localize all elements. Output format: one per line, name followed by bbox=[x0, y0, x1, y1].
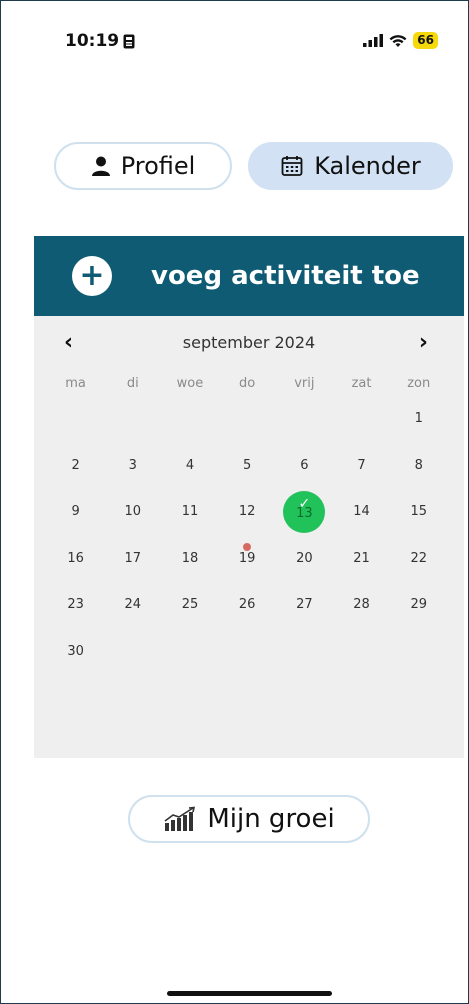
clock-text: 10:19 bbox=[65, 31, 120, 51]
day-cell[interactable]: 3 bbox=[104, 443, 161, 490]
calendar: ‹ september 2024 › ma di woe do vrij zat zon 1 2… bbox=[34, 316, 464, 758]
weekday-header: vrij bbox=[294, 376, 315, 391]
day-number: 12 bbox=[238, 504, 256, 519]
day-number: 6 bbox=[300, 457, 309, 473]
add-activity-bar[interactable]: + voeg activiteit toe bbox=[34, 236, 464, 316]
battery-indicator: 66 bbox=[413, 32, 438, 49]
day-cell[interactable]: 29 bbox=[390, 582, 447, 629]
day-number: 20 bbox=[296, 550, 313, 566]
day-number: 22 bbox=[410, 550, 427, 566]
mijn-groei-button[interactable]: Mijn groei bbox=[128, 795, 370, 843]
day-blank bbox=[333, 396, 390, 443]
day-number: 26 bbox=[238, 597, 256, 612]
month-title: september 2024 bbox=[182, 333, 316, 352]
status-time: 10:19 bbox=[65, 31, 135, 51]
wifi-icon bbox=[389, 34, 407, 47]
day-blank bbox=[161, 396, 218, 443]
day-cell-completed[interactable]: ✓ 13 bbox=[276, 489, 333, 536]
person-icon bbox=[91, 156, 110, 176]
day-cell[interactable]: 1 bbox=[390, 396, 447, 443]
day-number: 16 bbox=[67, 550, 84, 566]
day-number: 11 bbox=[181, 504, 199, 519]
status-icons: 66 bbox=[363, 32, 438, 49]
day-blank bbox=[219, 396, 276, 443]
day-cell[interactable]: 14 bbox=[333, 489, 390, 536]
day-cell[interactable]: 21 bbox=[333, 536, 390, 583]
day-number: 1 bbox=[414, 411, 423, 426]
day-number: 4 bbox=[185, 457, 195, 473]
signal-icon bbox=[363, 34, 384, 47]
day-number: 9 bbox=[71, 504, 80, 519]
day-cell[interactable]: 12 bbox=[219, 489, 276, 536]
day-cell[interactable]: 24 bbox=[104, 582, 161, 629]
home-indicator[interactable] bbox=[167, 991, 332, 996]
add-activity-label: voeg activiteit toe bbox=[151, 261, 420, 291]
day-cell[interactable]: 16 bbox=[47, 536, 104, 583]
day-number: 7 bbox=[357, 457, 366, 473]
day-cell[interactable]: 4 bbox=[161, 443, 218, 490]
profiel-button[interactable]: Profiel bbox=[54, 142, 232, 190]
day-cell[interactable]: 5 bbox=[219, 443, 276, 490]
chevron-right-icon[interactable]: › bbox=[419, 330, 428, 355]
day-number: 23 bbox=[67, 597, 84, 612]
weekday-header: zat bbox=[351, 376, 372, 391]
day-number: 17 bbox=[124, 550, 142, 566]
mijn-groei-label: Mijn groei bbox=[207, 804, 335, 834]
id-card-icon bbox=[123, 34, 135, 48]
kalender-label: Kalender bbox=[314, 152, 421, 180]
weekday-header: do bbox=[239, 376, 256, 391]
day-cell[interactable]: 30 bbox=[47, 629, 104, 676]
day-number: 28 bbox=[353, 597, 370, 612]
day-number: 30 bbox=[67, 643, 84, 659]
day-number: 13 bbox=[296, 506, 313, 521]
plus-icon[interactable]: + bbox=[72, 256, 112, 296]
day-number: 5 bbox=[243, 457, 252, 473]
day-cell[interactable]: 15 bbox=[390, 489, 447, 536]
day-number: 2 bbox=[71, 457, 80, 473]
day-number: 18 bbox=[181, 550, 199, 566]
calendar-icon bbox=[281, 156, 303, 176]
growth-chart-icon bbox=[164, 806, 196, 831]
day-cell[interactable]: 19 bbox=[219, 536, 276, 583]
day-cell[interactable]: 25 bbox=[161, 582, 218, 629]
day-number: 19 bbox=[238, 550, 256, 566]
event-dot-icon bbox=[243, 542, 252, 551]
day-cell[interactable]: 8 bbox=[390, 443, 447, 490]
weekday-header: zon bbox=[407, 376, 431, 391]
profiel-label: Profiel bbox=[120, 152, 196, 180]
day-number: 21 bbox=[353, 550, 370, 566]
day-cell[interactable]: 20 bbox=[276, 536, 333, 583]
day-cell[interactable]: 27 bbox=[276, 582, 333, 629]
day-blank bbox=[47, 396, 104, 443]
day-cell[interactable]: 7 bbox=[333, 443, 390, 490]
day-cell[interactable]: 17 bbox=[104, 536, 161, 583]
day-cell[interactable]: 22 bbox=[390, 536, 447, 583]
day-number: 27 bbox=[296, 597, 313, 612]
weekday-header: di bbox=[126, 376, 139, 391]
day-cell[interactable]: 26 bbox=[219, 582, 276, 629]
day-cell[interactable]: 18 bbox=[161, 536, 218, 583]
day-blank bbox=[104, 396, 161, 443]
day-number: 15 bbox=[410, 504, 427, 519]
day-cell[interactable]: 10 bbox=[104, 489, 161, 536]
calendar-grid: ma di woe do vrij zat zon 1 2 3 4 5 6 7 8 9 10 11 12 ✓ 13 14 1… bbox=[47, 376, 463, 675]
day-cell[interactable]: 9 bbox=[47, 489, 104, 536]
day-cell[interactable]: 23 bbox=[47, 582, 104, 629]
day-number: 25 bbox=[181, 597, 199, 612]
kalender-button[interactable]: Kalender bbox=[248, 142, 453, 190]
calendar-header: ‹ september 2024 › bbox=[34, 330, 464, 355]
day-blank bbox=[276, 396, 333, 443]
day-number: 3 bbox=[128, 457, 137, 473]
day-number: 24 bbox=[124, 597, 142, 612]
day-cell[interactable]: 28 bbox=[333, 582, 390, 629]
day-cell[interactable]: 11 bbox=[161, 489, 218, 536]
weekday-header: woe bbox=[176, 376, 204, 391]
day-number: 10 bbox=[124, 504, 142, 519]
day-number: 8 bbox=[414, 457, 423, 473]
day-number: 14 bbox=[353, 504, 370, 519]
weekday-header: ma bbox=[65, 376, 86, 391]
day-number: 29 bbox=[410, 597, 427, 612]
day-cell[interactable]: 6 bbox=[276, 443, 333, 490]
day-cell[interactable]: 2 bbox=[47, 443, 104, 490]
